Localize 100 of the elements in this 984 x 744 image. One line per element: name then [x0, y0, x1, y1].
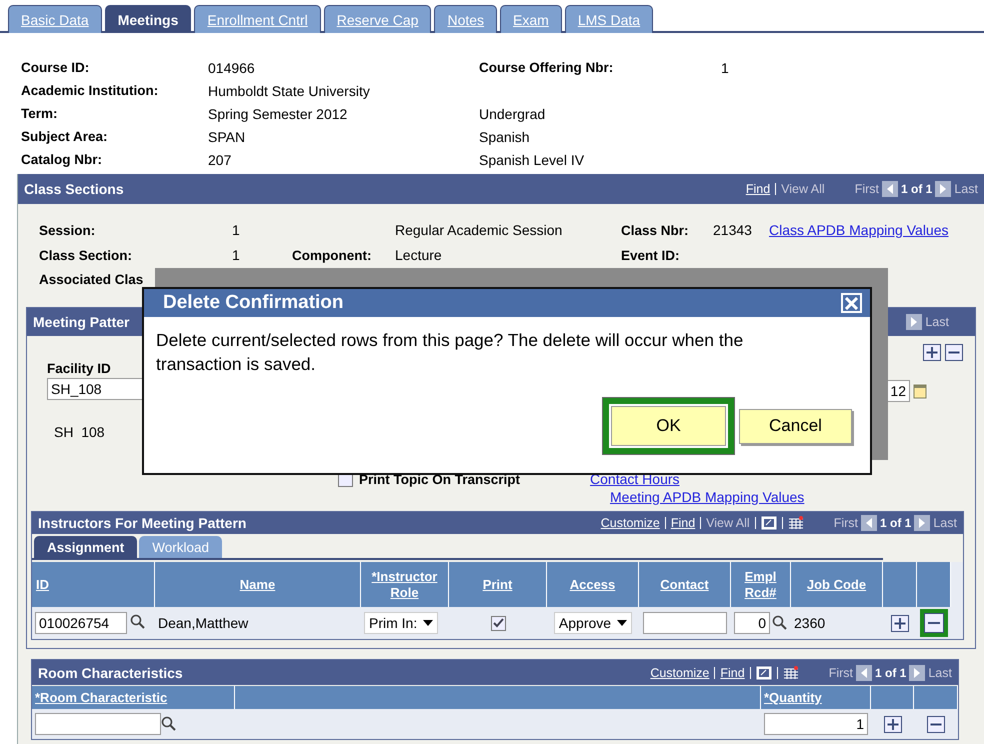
empl-rcd-field[interactable]: 0: [734, 612, 770, 634]
field-value: 014966: [208, 60, 256, 76]
row-count: 1 of 1: [880, 516, 912, 530]
row-count: 1 of 1: [875, 666, 906, 680]
column-header[interactable]: *Instructor Role: [361, 562, 449, 607]
search-icon[interactable]: [130, 614, 146, 630]
quantity-field[interactable]: 1: [764, 713, 868, 735]
contact-field[interactable]: [643, 612, 727, 634]
customize-link[interactable]: Customize: [600, 516, 660, 530]
field-value: Regular Academic Session: [395, 222, 562, 238]
add-row-button[interactable]: [884, 716, 902, 732]
view-all-link[interactable]: View All: [781, 182, 825, 196]
column-header[interactable]: ID: [32, 562, 155, 607]
delete-row-button[interactable]: [945, 344, 963, 361]
last-label: Last: [954, 182, 978, 196]
column-header[interactable]: *Quantity: [761, 686, 871, 709]
field-value: SPAN: [208, 129, 246, 145]
tab[interactable]: Meetings: [104, 5, 192, 33]
caret-icon: [423, 620, 434, 626]
customize-link[interactable]: Customize: [650, 666, 710, 680]
delete-row-button[interactable]: [927, 716, 945, 732]
first-label: First: [854, 182, 880, 196]
window-icon[interactable]: [756, 666, 772, 680]
section-title: Room Characteristics: [38, 664, 183, 680]
find-link[interactable]: Find: [746, 182, 770, 196]
close-button[interactable]: [841, 293, 862, 313]
field-value: Spring Semester 2012: [208, 106, 348, 122]
section-title: Class Sections: [24, 181, 124, 197]
previous-icon[interactable]: [856, 664, 872, 680]
field-value: Lecture: [395, 247, 442, 263]
id-field[interactable]: 010026754: [35, 612, 127, 634]
column-header[interactable]: Name: [155, 562, 361, 607]
field-label: Class Section:: [39, 248, 132, 262]
column-header[interactable]: Job Code: [791, 562, 883, 607]
first-label: First: [828, 666, 854, 680]
calendar-icon[interactable]: [913, 384, 927, 398]
table-cell: 2360: [794, 615, 826, 631]
first-label: First: [834, 516, 858, 530]
search-icon[interactable]: [772, 615, 788, 631]
field-label: Catalog Nbr:: [21, 152, 103, 168]
field-value: 1: [721, 60, 730, 76]
dialog-message: Delete current/selected rows from this page? The delete will occur when the transaction is saved.: [155, 329, 744, 376]
mapping-link[interactable]: Class APDB Mapping Values: [769, 222, 948, 238]
search-icon[interactable]: [161, 716, 177, 732]
field-label: Term:: [21, 106, 59, 122]
previous-icon[interactable]: [861, 515, 878, 531]
grid-icon[interactable]: [788, 516, 804, 530]
field-label: Academic Institution:: [21, 83, 160, 99]
field-label: Subject Area:: [21, 129, 109, 145]
checkbox[interactable]: [490, 616, 506, 630]
field-value: 207: [208, 152, 232, 168]
previous-icon[interactable]: [882, 181, 898, 197]
last-label: Last: [928, 666, 952, 680]
column-header[interactable]: Contact: [639, 562, 731, 607]
field-label: Session:: [39, 222, 96, 238]
next-icon[interactable]: [909, 664, 926, 680]
grid-icon[interactable]: [782, 666, 799, 680]
add-row-button[interactable]: [923, 344, 941, 361]
column-header[interactable]: Access: [547, 562, 639, 607]
last-label: Last: [925, 315, 949, 329]
access-dropdown[interactable]: Approve: [554, 612, 632, 634]
field-value: 1: [232, 247, 240, 263]
row-count: 1 of 1: [901, 182, 932, 196]
field-label: Class Nbr:: [621, 222, 689, 238]
field-value: Spanish Level IV: [479, 152, 586, 168]
delete-row-button[interactable]: [920, 609, 948, 637]
column-header: [917, 562, 951, 607]
next-icon[interactable]: [906, 314, 922, 330]
field-label: Course Offering Nbr:: [479, 60, 614, 76]
add-row-button[interactable]: [891, 614, 909, 632]
column-header: [914, 686, 958, 709]
field-label: Component:: [292, 248, 372, 262]
dialog-button[interactable]: OK: [602, 397, 735, 455]
contact-hours-link[interactable]: Contact Hours: [590, 471, 680, 487]
role-dropdown[interactable]: Prim In:: [364, 612, 438, 634]
column-header: [871, 686, 914, 709]
dialog-title: Delete Confirmation: [163, 292, 344, 314]
field-label: Event ID:: [621, 248, 680, 262]
tab[interactable]: Assignment: [34, 536, 138, 558]
field-value: Humboldt State University: [208, 83, 371, 99]
dialog-button[interactable]: Cancel: [739, 408, 852, 444]
field-value: SH 108: [53, 423, 106, 440]
section-title: Meeting Patter: [33, 314, 130, 330]
find-link[interactable]: Find: [720, 666, 745, 680]
window-icon[interactable]: [760, 516, 777, 530]
mapping-link[interactable]: Meeting APDB Mapping Values: [610, 489, 804, 505]
field-value: Spanish: [479, 129, 531, 145]
column-header[interactable]: Print: [449, 562, 547, 607]
caret-icon: [617, 620, 628, 626]
find-link[interactable]: Find: [670, 516, 696, 530]
next-icon[interactable]: [914, 515, 930, 531]
field-value: Undergrad: [479, 106, 546, 122]
view-all-link[interactable]: View All: [706, 516, 750, 530]
section-title: Instructors For Meeting Pattern: [38, 515, 246, 531]
column-header[interactable]: *Room Characteristic: [32, 686, 235, 709]
field-label: Associated Clas: [39, 272, 144, 287]
column-header[interactable]: Empl Rcd#: [731, 562, 791, 607]
next-icon[interactable]: [935, 181, 952, 197]
room-characteristic-field[interactable]: [35, 713, 161, 735]
field-value: 1: [232, 222, 240, 238]
